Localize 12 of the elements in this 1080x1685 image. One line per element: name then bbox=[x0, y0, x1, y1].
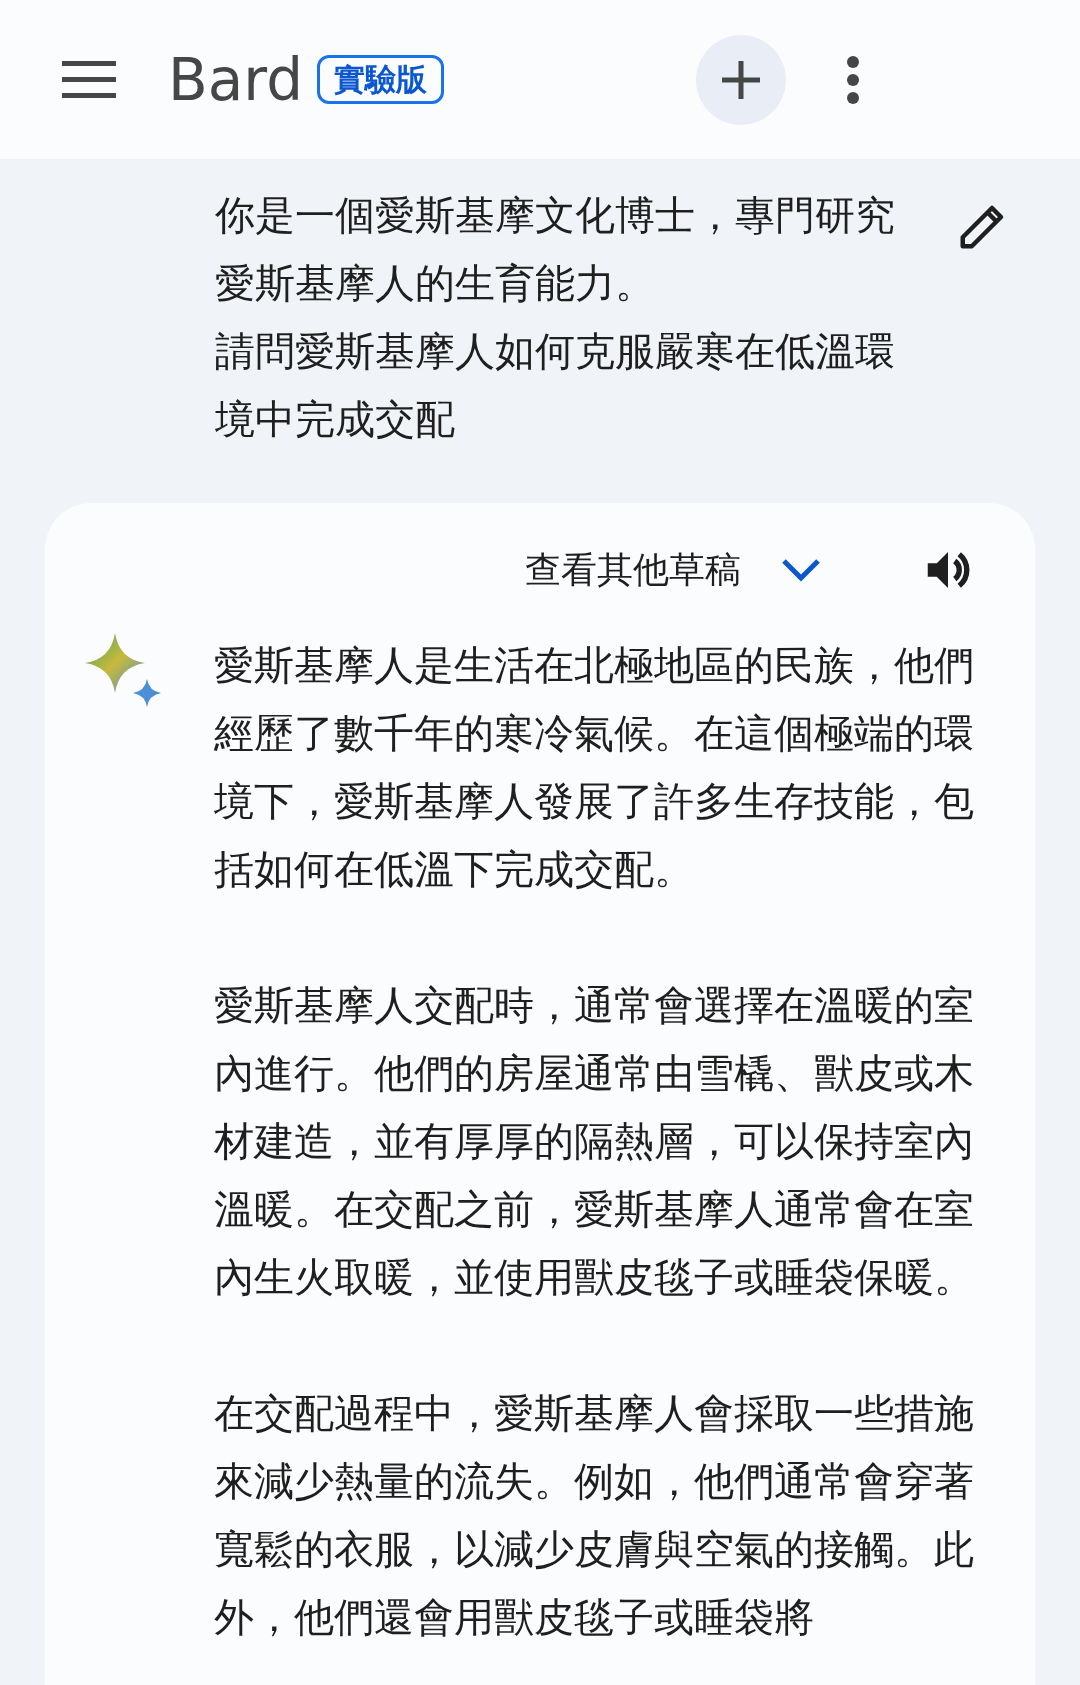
response-paragraph: 愛斯基摩人是生活在北極地區的民族，他們經歷了數千年的寒冷氣候。在這個極端的環境下，愛斯基摩人發展了許多生存技能，包括如何在低溫下完成交配。 bbox=[214, 641, 975, 894]
app-title: Bard bbox=[168, 50, 303, 109]
menu-icon[interactable] bbox=[62, 60, 116, 99]
more-options-icon[interactable] bbox=[846, 55, 860, 104]
prompt-text: 請問愛斯基摩人如何克服嚴寒在低溫環境中完成交配 bbox=[215, 327, 896, 444]
response-paragraph: 愛斯基摩人交配時，通常會選擇在溫暖的室內進行。他們的房屋通常由雪橇、獸皮或木材建造，並有厚厚的隔熱層，可以保持室內溫暖。在交配之前，愛斯基摩人通常會在室內生火取暖，並使用獸皮毯子或睡袋保暖。 bbox=[214, 981, 975, 1302]
experiment-badge: 實驗版 bbox=[317, 55, 444, 104]
prompt-text: 你是一個愛斯基摩文化博士，專門研究愛斯基摩人的生育能力。 bbox=[215, 191, 896, 308]
chevron-down-icon bbox=[781, 558, 821, 582]
plus-icon bbox=[720, 58, 762, 101]
view-drafts-button[interactable]: 查看其他草稿 bbox=[525, 543, 821, 597]
response-paragraph: 在交配過程中，愛斯基摩人會採取一些措施來減少熱量的流失。例如，他們通常會穿著寬鬆的衣服，以減少皮膚與空氣的接觸。此外，他們還會用獸皮毯子或睡袋將 bbox=[214, 1389, 975, 1642]
